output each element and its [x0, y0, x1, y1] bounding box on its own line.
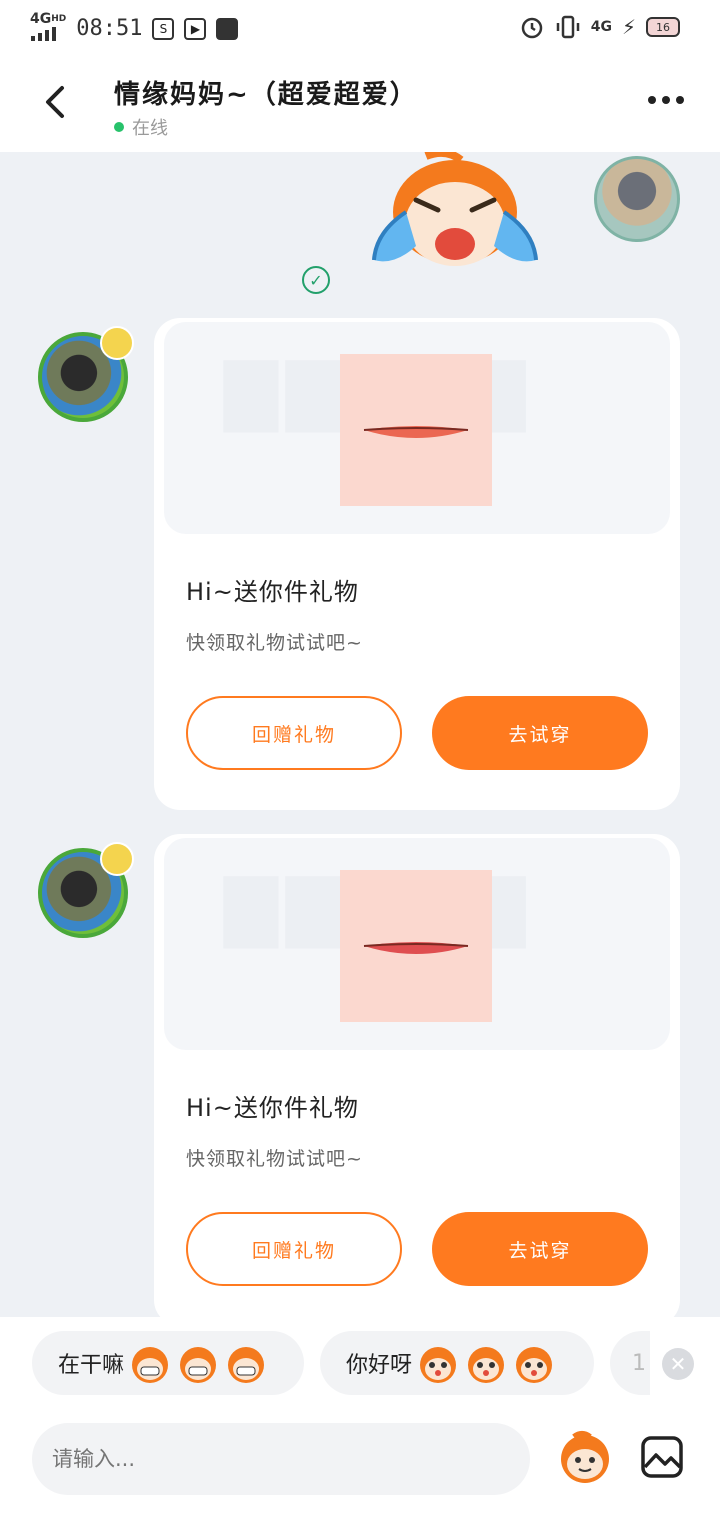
surprised-emoji-icon [420, 1347, 457, 1383]
return-gift-button[interactable]: 回赠礼物 [186, 696, 402, 770]
alarm-icon [521, 17, 542, 39]
notification-icon: S [152, 17, 175, 40]
network-indicator: 4GHD [30, 12, 66, 45]
online-dot-icon [114, 122, 124, 132]
try-on-button[interactable]: 去试穿 [432, 1212, 648, 1286]
gift-subtitle: 快领取礼物试试吧~ [186, 632, 363, 654]
gift-title: Hi~送你件礼物 [186, 578, 359, 606]
message-input[interactable] [32, 1423, 530, 1495]
online-status-label: 在线 [132, 118, 168, 139]
contact-name: 情缘妈妈~（超爱超爱） [114, 80, 418, 110]
signal-icon [31, 27, 56, 41]
lip-swatch [340, 870, 492, 1022]
grin-emoji-icon [132, 1347, 169, 1383]
online-status: 在线 [114, 114, 168, 140]
more-icon[interactable] [648, 96, 684, 104]
quick-reply-chip[interactable]: 你好呀 [320, 1331, 594, 1395]
gift-card: ▇▇▇▇▇ Hi~送你件礼物 快领取礼物试试吧~ 回赠礼物 去试穿 [154, 834, 680, 1317]
status-left: 4GHD 08:51 S ▶ [30, 12, 239, 45]
quick-reply-text: 在干嘛 [58, 1353, 125, 1378]
gift-subtitle: 快领取礼物试试吧~ [186, 1148, 363, 1170]
surprised-emoji-icon [516, 1347, 553, 1383]
status-bar: 4GHD 08:51 S ▶ 4G ⚡ 16 [0, 0, 720, 56]
gift-image: ▇▇▇▇▇ [164, 838, 670, 1050]
sent-check-icon: ✓ [302, 266, 330, 294]
lip-icon [363, 942, 469, 954]
my-avatar[interactable] [594, 156, 680, 242]
grin-emoji-icon [228, 1347, 265, 1383]
try-on-button[interactable]: 去试穿 [432, 696, 648, 770]
network-label: 4G [30, 11, 52, 27]
play-icon: ▶ [184, 17, 207, 40]
back-arrow-icon[interactable] [36, 82, 76, 122]
network-hd-label: HD [51, 14, 67, 24]
contact-avatar[interactable] [38, 326, 134, 422]
network-right-label: 4G [590, 19, 612, 35]
input-panel: 在干嘛 你好呀 1 ✕ [0, 1317, 720, 1520]
chat-header: 情缘妈妈~（超爱超爱） 在线 [0, 56, 720, 152]
vibrate-icon [556, 15, 579, 39]
close-icon[interactable]: ✕ [662, 1348, 694, 1380]
lip-swatch [340, 354, 492, 506]
app-notification-icon [216, 17, 239, 40]
contact-avatar[interactable] [38, 842, 134, 938]
battery-icon: 16 [646, 17, 680, 37]
gift-image: ▇▇▇▇▇ [164, 322, 670, 534]
grin-emoji-icon [180, 1347, 217, 1383]
gift-card: ▇▇▇▇▇ Hi~送你件礼物 快领取礼物试试吧~ 回赠礼物 去试穿 [154, 318, 680, 810]
quick-reply-chip[interactable]: 1 [610, 1331, 650, 1395]
chat-area[interactable]: ✓ ▇▇▇▇▇ Hi~送你件礼物 快领取礼物试试吧~ 回赠礼物 去试穿 ▇▇▇▇… [0, 152, 720, 1317]
emoji-icon[interactable] [556, 1429, 614, 1487]
charging-icon: ⚡ [621, 15, 636, 39]
lip-icon [363, 426, 469, 438]
status-right: 4G ⚡ 16 [519, 14, 680, 40]
gift-title: Hi~送你件礼物 [186, 1094, 359, 1122]
image-icon[interactable] [640, 1435, 684, 1479]
clock: 08:51 [76, 16, 143, 41]
surprised-emoji-icon [468, 1347, 505, 1383]
return-gift-button[interactable]: 回赠礼物 [186, 1212, 402, 1286]
battery-level: 16 [656, 20, 670, 34]
quick-reply-chip[interactable]: 在干嘛 [32, 1331, 304, 1395]
quick-reply-text: 你好呀 [346, 1353, 413, 1378]
quick-reply-text: 1 [632, 1350, 646, 1376]
crying-sticker [372, 152, 538, 266]
